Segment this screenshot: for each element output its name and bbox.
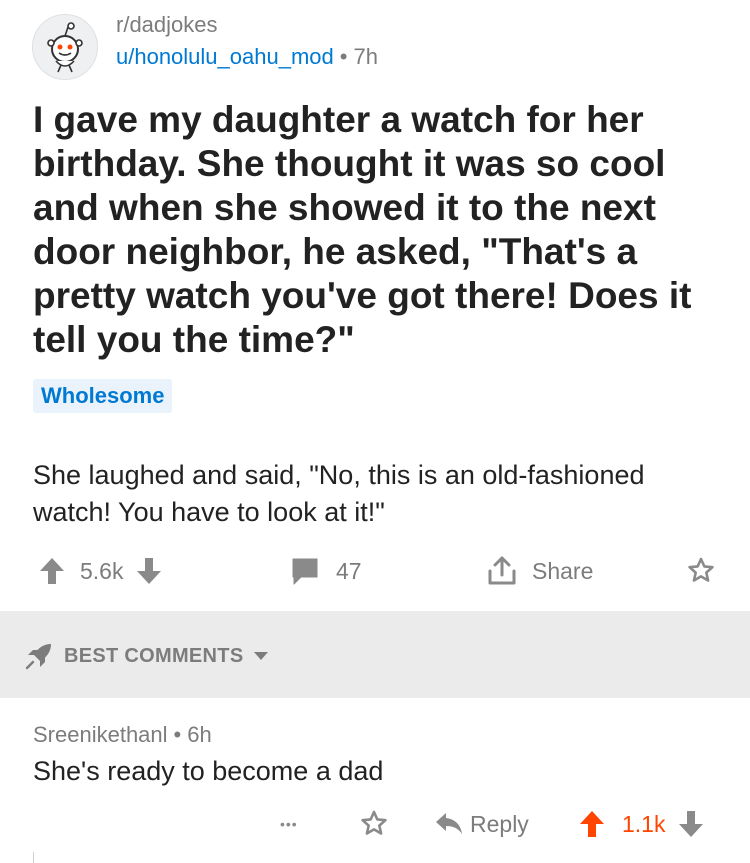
comment-action-bar: ••• Reply 1.1k bbox=[0, 802, 750, 846]
comment-thread-line bbox=[33, 852, 34, 863]
comment-body: She's ready to become a dad bbox=[33, 756, 384, 786]
save-button[interactable] bbox=[684, 548, 718, 594]
comments-button[interactable]: 47 bbox=[290, 548, 362, 594]
share-button[interactable]: Share bbox=[486, 548, 593, 594]
star-icon bbox=[684, 554, 718, 588]
reply-button[interactable]: Reply bbox=[434, 802, 529, 846]
reply-arrow-icon bbox=[434, 811, 464, 837]
share-icon bbox=[486, 555, 518, 587]
arrow-down-icon[interactable] bbox=[135, 556, 163, 586]
vote-group: 5.6k bbox=[38, 548, 163, 594]
comment-author[interactable]: Sreenikethanl bbox=[33, 722, 168, 747]
comment-score: 1.1k bbox=[622, 810, 666, 837]
reply-label: Reply bbox=[470, 810, 529, 837]
post-score: 5.6k bbox=[80, 557, 124, 584]
arrow-up-icon[interactable] bbox=[578, 809, 606, 839]
sort-label: BEST COMMENTS bbox=[64, 644, 244, 667]
arrow-down-icon[interactable] bbox=[677, 809, 705, 839]
comment-vote-group: 1.1k bbox=[578, 802, 705, 846]
subreddit-name[interactable]: r/dadjokes bbox=[116, 12, 218, 38]
star-icon bbox=[357, 807, 391, 841]
sort-dropdown[interactable]: BEST COMMENTS bbox=[24, 639, 269, 673]
comment-separator: • bbox=[173, 722, 182, 747]
post-header: r/dadjokes u/honolulu_oahu_mod • 7h bbox=[30, 10, 730, 80]
post-title[interactable]: I gave my daughter a watch for her birth… bbox=[33, 98, 723, 362]
post-age: 7h bbox=[353, 44, 378, 69]
byline-separator: • bbox=[339, 44, 348, 69]
post-flair[interactable]: Wholesome bbox=[33, 379, 173, 413]
share-label: Share bbox=[532, 557, 594, 584]
comment-age: 6h bbox=[187, 722, 212, 747]
rocket-icon bbox=[24, 641, 54, 671]
subreddit-avatar[interactable] bbox=[32, 14, 98, 80]
comment-save-button[interactable] bbox=[357, 802, 391, 846]
comments-sort-band: BEST COMMENTS bbox=[0, 611, 750, 698]
post-action-bar: 5.6k 47 Share bbox=[0, 548, 750, 594]
comment-meta: Sreenikethanl • 6h bbox=[33, 722, 212, 748]
comment-bubble-icon bbox=[290, 556, 320, 586]
caret-down-icon bbox=[253, 650, 269, 662]
post-body: She laughed and said, "No, this is an ol… bbox=[33, 460, 645, 527]
comment-more-button[interactable]: ••• bbox=[280, 802, 298, 846]
post-author[interactable]: u/honolulu_oahu_mod bbox=[116, 44, 334, 69]
snoo-avatar-icon bbox=[47, 22, 83, 73]
post-byline: u/honolulu_oahu_mod • 7h bbox=[116, 44, 378, 70]
arrow-up-icon[interactable] bbox=[38, 556, 66, 586]
comment-count: 47 bbox=[336, 557, 362, 584]
